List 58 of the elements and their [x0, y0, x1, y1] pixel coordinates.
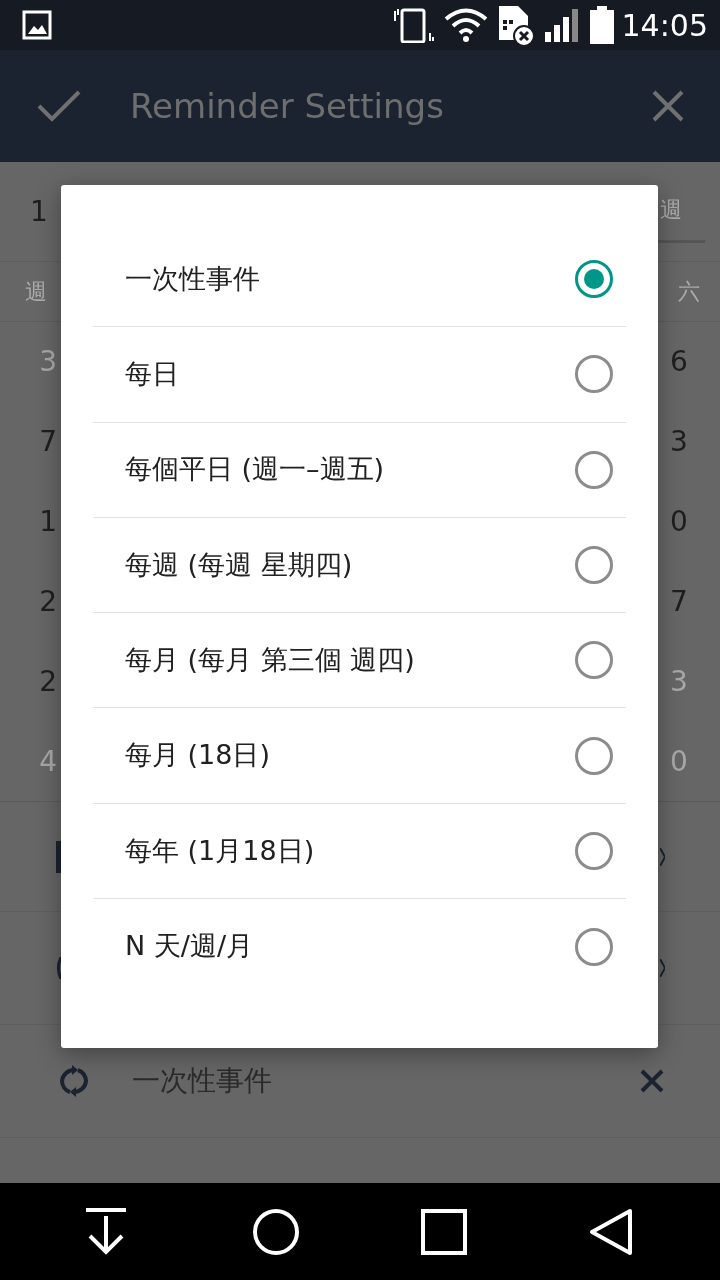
home-button[interactable]	[252, 1207, 300, 1256]
option-label: N 天/週/月	[125, 929, 253, 964]
radio-button[interactable]	[575, 260, 613, 299]
repeat-option[interactable]: N 天/週/月	[93, 899, 626, 995]
repeat-label: 一次性事件	[132, 1063, 273, 1099]
confirm-button[interactable]	[36, 88, 82, 124]
battery-icon	[589, 6, 614, 44]
option-label: 每日	[125, 357, 179, 392]
calendar-day: 2	[39, 665, 57, 698]
calendar-day: 0	[670, 744, 688, 778]
chevron-icon	[660, 847, 665, 866]
radio-button[interactable]	[575, 736, 613, 775]
radio-button[interactable]	[575, 450, 613, 489]
calendar-day: 3	[670, 425, 688, 458]
calendar-day: 4	[39, 744, 57, 778]
repeat-option[interactable]: 每月 (18日)	[93, 708, 626, 804]
calendar-day: 0	[670, 505, 688, 538]
calendar-day: 1	[39, 505, 57, 538]
weekday-label: 六	[678, 279, 700, 304]
option-label: 每年 (1月18日)	[125, 833, 315, 868]
calendar-day: 6	[670, 345, 688, 378]
repeat-option[interactable]: 每年 (1月18日)	[93, 803, 626, 900]
repeat-option[interactable]: 一次性事件	[93, 232, 626, 328]
radio-button[interactable]	[575, 641, 613, 680]
close-icon	[652, 90, 684, 122]
close-icon	[640, 1069, 664, 1094]
calendar-day: 7	[670, 585, 688, 618]
calendar-day: 7	[39, 425, 57, 458]
chevron-icon	[660, 959, 665, 977]
vibrate-icon	[391, 7, 436, 43]
option-label: 每週 (每週 星期四)	[125, 547, 353, 582]
repeat-option[interactable]: 每週 (每週 星期四)	[93, 517, 626, 614]
calendar-day: 2	[39, 585, 57, 618]
calendar-day: 3	[670, 665, 688, 698]
radio-button[interactable]	[575, 831, 613, 870]
check-icon	[36, 88, 82, 124]
repeat-option[interactable]: 每日	[93, 327, 626, 423]
option-label: 每個平日 (週一–週五)	[125, 452, 385, 487]
close-button[interactable]	[652, 90, 684, 122]
calendar-day: 3	[39, 345, 57, 378]
wifi-icon	[443, 8, 488, 42]
month-label: 1	[30, 194, 48, 228]
radio-button[interactable]	[575, 927, 613, 966]
option-label: 一次性事件	[125, 261, 260, 296]
clock-time: 14:05	[621, 6, 708, 45]
repeat-option[interactable]: 每個平日 (週一–週五)	[93, 422, 626, 518]
radio-button[interactable]	[575, 355, 613, 394]
recents-icon	[420, 1207, 468, 1256]
option-label: 每月 (每月 第三個 週四)	[125, 643, 415, 678]
repeat-option[interactable]: 每月 (每月 第三個 週四)	[93, 613, 626, 709]
option-label: 每月 (18日)	[125, 738, 270, 773]
home-icon	[252, 1207, 300, 1256]
radio-button[interactable]	[575, 546, 613, 585]
clear-button[interactable]	[640, 1068, 664, 1094]
weekday-label: 週	[25, 279, 47, 304]
gallery-icon	[22, 10, 52, 40]
window-title: Reminder Settings	[130, 84, 445, 128]
recents-button[interactable]	[420, 1207, 468, 1256]
